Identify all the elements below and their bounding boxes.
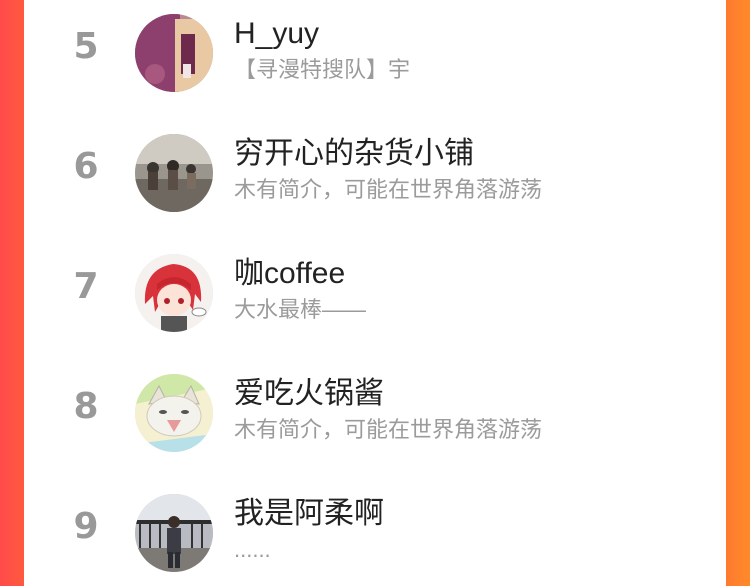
room-photo-avatar-icon[interactable] bbox=[135, 14, 213, 92]
ranking-row[interactable]: 7 咖coffee 大水最棒—— bbox=[24, 226, 726, 346]
ranking-row[interactable]: 9 我是阿柔啊 ...... bbox=[24, 466, 726, 586]
user-description: 木有简介，可能在世界角落游荡 bbox=[234, 417, 543, 442]
ranking-row[interactable]: 8 爱吃火锅酱 木有简介，可能在世界角落游荡 bbox=[24, 346, 726, 466]
user-name[interactable]: H_yuy bbox=[234, 16, 319, 52]
user-description: 【寻漫特搜队】宇 bbox=[234, 57, 411, 82]
user-description: 木有简介，可能在世界角落游荡 bbox=[234, 177, 543, 202]
rank-number: 5 bbox=[73, 25, 99, 67]
rank-number: 9 bbox=[73, 505, 99, 547]
ranking-list-panel: 5 H_yuy 【寻漫特搜队】宇 6 穷开心的杂货小铺 木有简介，可能在世界角落… bbox=[24, 0, 726, 585]
rank-number: 8 bbox=[73, 385, 99, 427]
anime-girl-avatar-icon[interactable] bbox=[135, 254, 213, 332]
ranking-row[interactable]: 6 穷开心的杂货小铺 木有简介，可能在世界角落游荡 bbox=[24, 106, 726, 226]
crowd-photo-avatar-icon[interactable] bbox=[135, 134, 213, 212]
rank-number: 6 bbox=[73, 145, 99, 187]
user-description: ...... bbox=[234, 537, 271, 562]
user-name[interactable]: 穷开心的杂货小铺 bbox=[234, 136, 474, 172]
user-name[interactable]: 咖coffee bbox=[234, 256, 345, 292]
user-name[interactable]: 爱吃火锅酱 bbox=[234, 376, 384, 412]
ranking-row[interactable]: 5 H_yuy 【寻漫特搜队】宇 bbox=[24, 0, 726, 106]
user-description: 大水最棒—— bbox=[234, 297, 367, 322]
rank-number: 7 bbox=[73, 265, 99, 307]
cartoon-cat-avatar-icon[interactable] bbox=[135, 374, 213, 452]
person-street-avatar-icon[interactable] bbox=[135, 494, 213, 572]
user-name[interactable]: 我是阿柔啊 bbox=[234, 496, 384, 532]
